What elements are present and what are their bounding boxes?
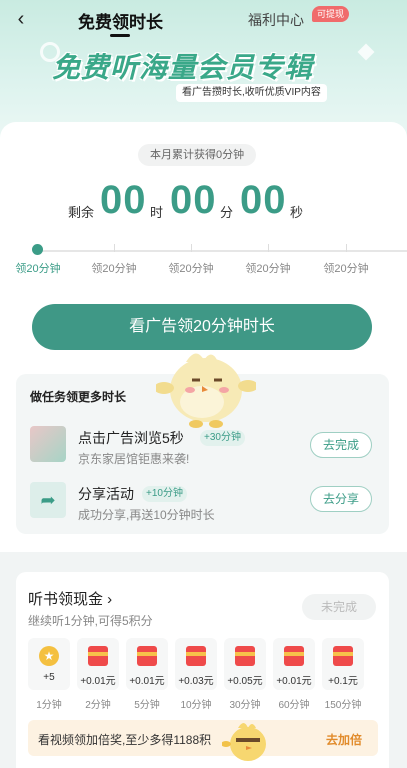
countdown-timer: 剩余 00 时 00 分 00 秒 bbox=[0, 178, 407, 224]
reward-amount: +0.01元 bbox=[129, 676, 165, 687]
reward-tile[interactable]: +0.01元 bbox=[77, 638, 119, 690]
month-total-pill: 本月累计获得0分钟 bbox=[138, 144, 257, 166]
task-desc: 京东家居馆钜惠来袭! bbox=[78, 452, 190, 466]
reward-tile[interactable]: +0.05元 bbox=[224, 638, 266, 690]
progress-tick bbox=[191, 244, 192, 252]
ad-thumbnail bbox=[30, 426, 66, 462]
video-bonus-text: 看视频领加倍奖,至少多得1188积 bbox=[38, 733, 212, 747]
coin-icon: ★ bbox=[39, 646, 59, 666]
diamond-decoration-icon bbox=[357, 43, 375, 61]
timer-prefix: 剩余 bbox=[68, 205, 95, 220]
reward-tile[interactable]: +0.01元 bbox=[126, 638, 168, 690]
reward-tile[interactable]: +0.03元 bbox=[175, 638, 217, 690]
back-arrow-icon[interactable]: ‹ bbox=[10, 8, 32, 30]
progress-label: 领20分钟 bbox=[15, 263, 61, 275]
cash-section: 听书领现金 › 继续听1分钟,可得5积分 未完成 ★ +5 +0.01元 +0.… bbox=[16, 572, 389, 768]
reward-time-label: 2分钟 bbox=[85, 700, 111, 711]
cash-title[interactable]: 听书领现金 › bbox=[28, 588, 112, 609]
task-panel-title: 做任务领更多时长 bbox=[30, 390, 127, 404]
task-name: 分享活动 bbox=[78, 486, 134, 502]
task-complete-button[interactable]: 去完成 bbox=[310, 432, 372, 458]
reward-tile[interactable]: ★ +5 bbox=[28, 638, 70, 690]
red-packet-icon bbox=[235, 646, 255, 666]
progress-tick bbox=[268, 244, 269, 252]
red-packet-icon bbox=[333, 646, 353, 666]
progress-label: 领20分钟 bbox=[245, 263, 291, 275]
progress-track bbox=[36, 250, 407, 252]
progress-tick bbox=[346, 244, 347, 252]
red-packet-icon bbox=[186, 646, 206, 666]
double-reward-button[interactable]: 去加倍 bbox=[326, 731, 362, 748]
reward-time-label: 150分钟 bbox=[324, 700, 362, 711]
reward-amount: +0.05元 bbox=[227, 676, 263, 687]
withdraw-badge: 可提现 bbox=[312, 6, 350, 22]
reward-tile[interactable]: +0.1元 bbox=[322, 638, 364, 690]
timer-seconds: 00 bbox=[240, 178, 287, 222]
tab-free-time[interactable]: 免费领时长 bbox=[78, 8, 163, 33]
progress-label: 领20分钟 bbox=[91, 263, 137, 275]
tab-welfare-center[interactable]: 福利中心 bbox=[248, 10, 304, 30]
timer-seconds-unit: 秒 bbox=[290, 205, 304, 220]
red-packet-icon bbox=[88, 646, 108, 666]
task-reward-badge: +10分钟 bbox=[142, 486, 187, 502]
reward-amount: +0.1元 bbox=[328, 676, 358, 687]
reward-time-label: 1分钟 bbox=[36, 700, 62, 711]
chick-mascot-small-icon bbox=[222, 723, 266, 761]
reward-amount: +5 bbox=[43, 672, 55, 683]
incomplete-button[interactable]: 未完成 bbox=[302, 594, 376, 620]
reward-time-label: 5分钟 bbox=[134, 700, 160, 711]
reward-time-label: 60分钟 bbox=[278, 700, 310, 711]
chick-mascot-icon bbox=[156, 353, 256, 428]
reward-amount: +0.03元 bbox=[178, 676, 214, 687]
reward-amount: +0.01元 bbox=[80, 676, 116, 687]
reward-time-label: 10分钟 bbox=[180, 700, 212, 711]
task-reward-badge: +30分钟 bbox=[200, 430, 245, 446]
reward-tile[interactable]: +0.01元 bbox=[273, 638, 315, 690]
timer-minutes-unit: 分 bbox=[220, 205, 234, 220]
progress-tick bbox=[114, 244, 115, 252]
banner-subtitle: 看广告攒时长,收听优质VIP内容 bbox=[176, 84, 327, 102]
share-icon: ➦ bbox=[30, 482, 66, 518]
timer-minutes: 00 bbox=[170, 178, 217, 222]
tab-underline bbox=[110, 34, 130, 37]
banner-title: 免费听海量会员专辑 bbox=[52, 52, 314, 83]
video-double-bar: 看视频领加倍奖,至少多得1188积 去加倍 bbox=[28, 720, 378, 756]
timer-hours-unit: 时 bbox=[150, 205, 164, 220]
red-packet-icon bbox=[284, 646, 304, 666]
red-packet-icon bbox=[137, 646, 157, 666]
cash-subtitle: 继续听1分钟,可得5积分 bbox=[28, 614, 153, 628]
reward-amount: +0.01元 bbox=[276, 676, 312, 687]
progress-label: 领20分钟 bbox=[323, 263, 369, 275]
progress-label: 领20分钟 bbox=[168, 263, 214, 275]
reward-time-label: 30分钟 bbox=[229, 700, 261, 711]
progress-current-dot bbox=[32, 244, 43, 255]
timer-hours: 00 bbox=[100, 178, 147, 222]
task-share-button[interactable]: 去分享 bbox=[310, 486, 372, 512]
main-card: 本月累计获得0分钟 剩余 00 时 00 分 00 秒 领20分钟 领20分钟 … bbox=[0, 122, 407, 552]
task-desc: 成功分享,再送10分钟时长 bbox=[78, 508, 215, 522]
